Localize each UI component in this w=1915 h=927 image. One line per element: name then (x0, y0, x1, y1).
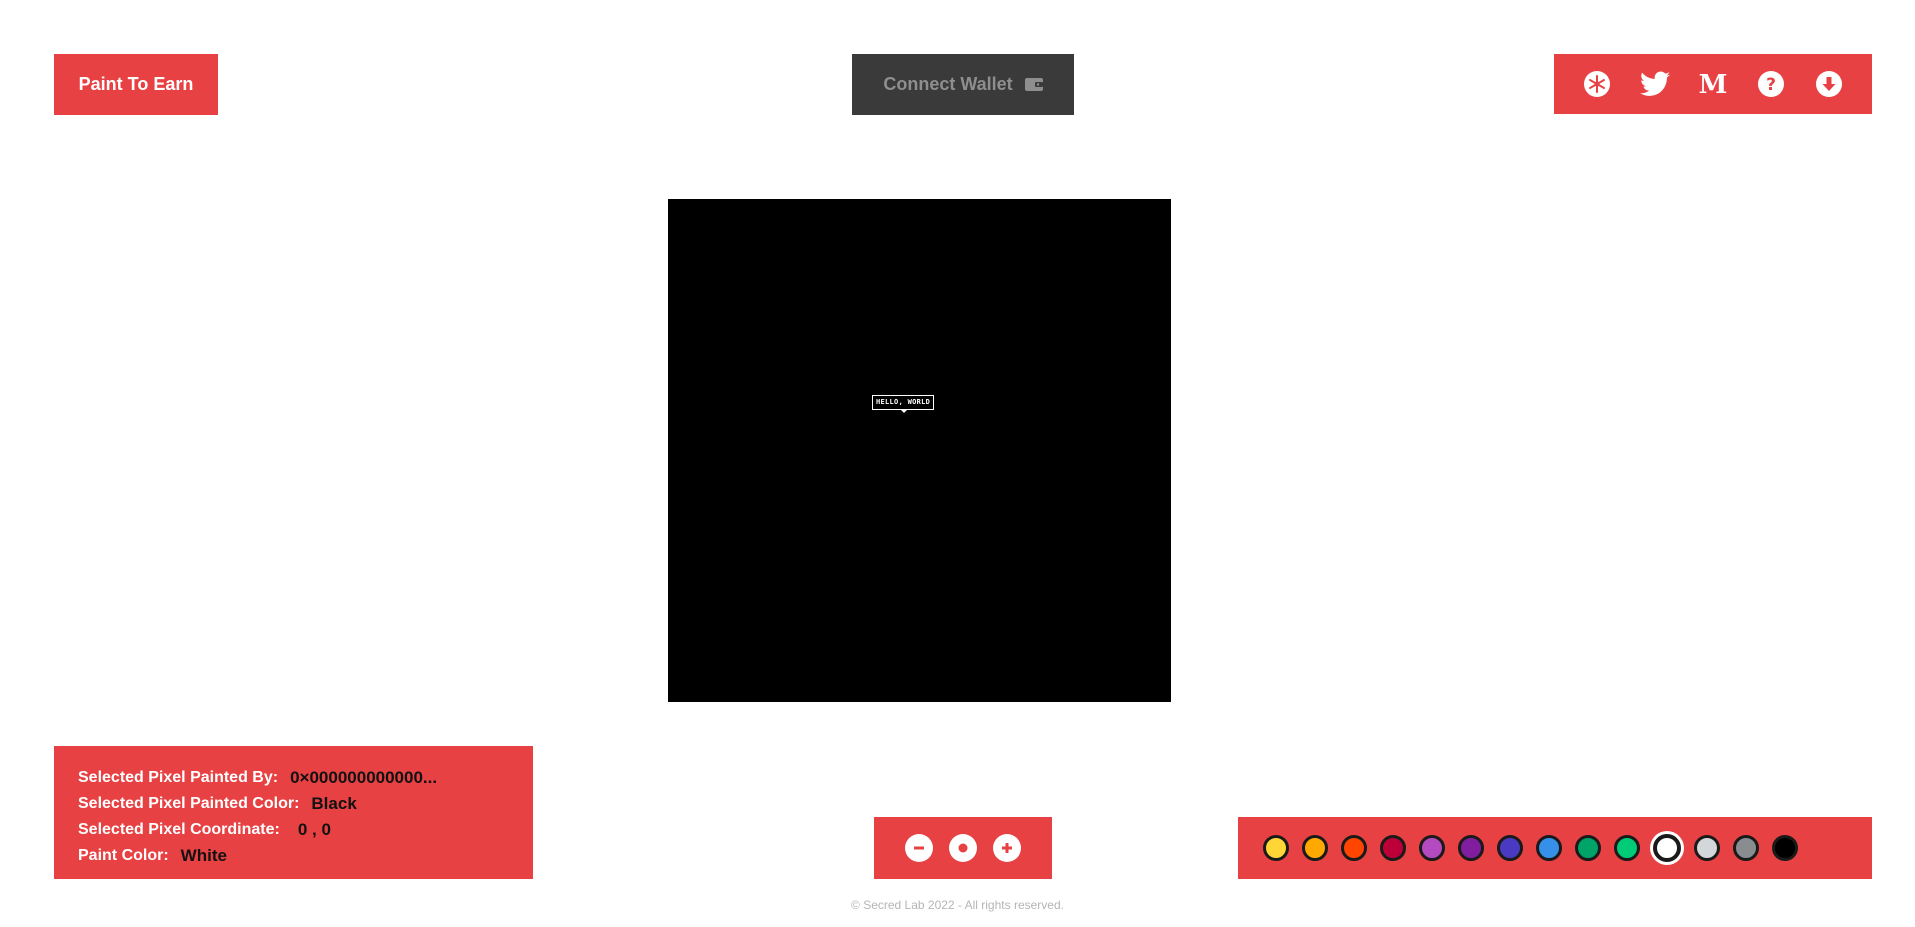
download-icon[interactable] (1814, 69, 1844, 99)
connect-wallet-button[interactable]: Connect Wallet (852, 54, 1074, 115)
color-swatch[interactable] (1614, 835, 1640, 861)
paint-color-label: Paint Color: (78, 847, 169, 864)
zoom-reset-icon[interactable] (949, 834, 977, 862)
paint-color-value: White (180, 846, 227, 865)
painted-by-row: Selected Pixel Painted By: 0×00000000000… (78, 765, 533, 791)
help-icon[interactable]: ? (1756, 69, 1786, 99)
color-swatch[interactable] (1419, 835, 1445, 861)
painted-color-value: Black (311, 794, 357, 813)
svg-text:?: ? (1766, 75, 1776, 95)
color-swatch[interactable] (1536, 835, 1562, 861)
snowflake-icon[interactable] (1582, 69, 1612, 99)
color-swatch[interactable] (1694, 835, 1720, 861)
color-swatch[interactable] (1302, 835, 1328, 861)
zoom-controls (874, 817, 1052, 879)
color-swatch[interactable] (1772, 835, 1798, 861)
paint-color-row: Paint Color: White (78, 843, 533, 869)
painted-color-label: Selected Pixel Painted Color: (78, 795, 300, 812)
color-swatch[interactable] (1458, 835, 1484, 861)
painted-by-value: 0×000000000000... (290, 768, 438, 787)
color-swatch[interactable] (1341, 835, 1367, 861)
coordinate-value: 0 , 0 (297, 820, 331, 839)
svg-text:M: M (1699, 71, 1728, 97)
paint-canvas[interactable]: HELLO, WORLD (668, 199, 1171, 702)
footer-copyright: © Secred Lab 2022 - All rights reserved. (851, 898, 1064, 912)
pixel-info-panel: Selected Pixel Painted By: 0×00000000000… (54, 746, 533, 879)
color-palette (1238, 817, 1872, 879)
connect-wallet-label: Connect Wallet (883, 74, 1013, 94)
painted-by-label: Selected Pixel Painted By: (78, 769, 279, 786)
color-swatch[interactable] (1733, 835, 1759, 861)
coordinate-row: Selected Pixel Coordinate: 0 , 0 (78, 817, 533, 843)
paint-to-earn-button[interactable]: Paint To Earn (54, 54, 218, 115)
color-swatch[interactable] (1263, 835, 1289, 861)
color-swatch[interactable] (1380, 835, 1406, 861)
canvas-pixel-label: HELLO, WORLD (872, 395, 935, 413)
color-swatch[interactable] (1575, 835, 1601, 861)
zoom-out-icon[interactable] (905, 834, 933, 862)
medium-icon[interactable]: M (1698, 69, 1728, 99)
app-stage: Paint To Earn Connect Wallet M ? HELLO, … (0, 0, 1915, 927)
twitter-icon[interactable] (1640, 69, 1670, 99)
color-swatch[interactable] (1497, 835, 1523, 861)
wallet-icon (1024, 78, 1043, 91)
painted-color-row: Selected Pixel Painted Color: Black (78, 791, 533, 817)
color-swatch[interactable] (1653, 834, 1681, 862)
social-links-bar: M ? (1554, 54, 1872, 114)
zoom-in-icon[interactable] (993, 834, 1021, 862)
coordinate-label: Selected Pixel Coordinate: (78, 821, 280, 838)
